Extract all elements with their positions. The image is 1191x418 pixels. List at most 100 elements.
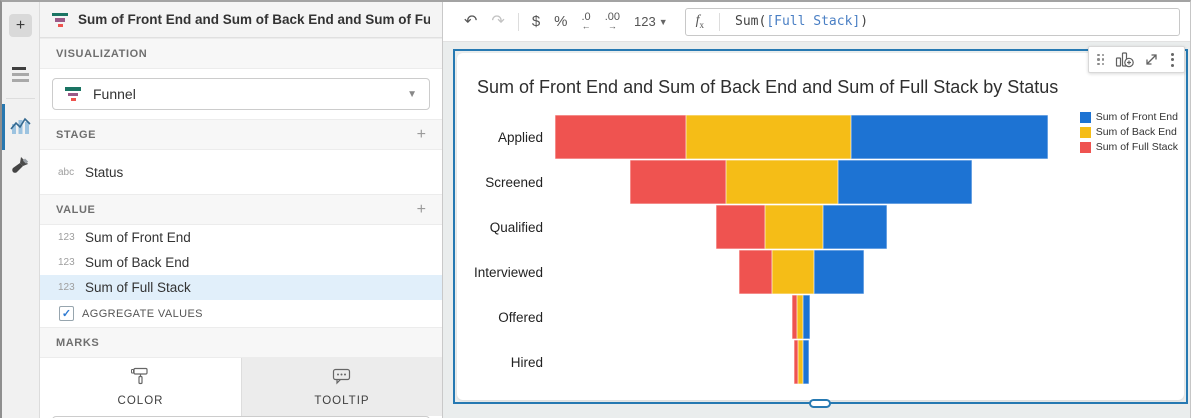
legend-swatch bbox=[1079, 141, 1091, 153]
funnel-segment[interactable] bbox=[726, 160, 838, 204]
value-field-name: Sum of Back End bbox=[85, 255, 190, 270]
section-value: VALUE + bbox=[40, 194, 442, 225]
formula-fn: Sum( bbox=[735, 14, 767, 29]
section-visualization: VISUALIZATION bbox=[40, 38, 442, 69]
funnel-row: Hired bbox=[457, 340, 1184, 385]
category-label: Offered bbox=[498, 309, 543, 325]
funnel-segment[interactable] bbox=[802, 340, 809, 384]
marks-label: MARKS bbox=[56, 336, 100, 349]
redo-icon[interactable]: ↷ bbox=[484, 13, 511, 30]
widget-toolbar bbox=[1088, 46, 1185, 73]
funnel-chart-icon bbox=[52, 12, 68, 27]
funnel-bar bbox=[792, 295, 810, 339]
value-field-row-selected[interactable]: 123 Sum of Full Stack bbox=[40, 275, 442, 300]
add-icon[interactable]: + bbox=[9, 14, 32, 37]
tooltip-icon bbox=[332, 368, 352, 390]
aggregate-values-checkbox[interactable]: ✓ bbox=[59, 306, 74, 321]
value-field-row[interactable]: 123 Sum of Back End bbox=[40, 250, 442, 275]
aggregate-values-label: AGGREGATE VALUES bbox=[82, 307, 203, 320]
rail-divider bbox=[6, 98, 35, 99]
percent-format-button[interactable]: % bbox=[547, 14, 574, 29]
undo-icon[interactable]: ↶ bbox=[457, 13, 484, 30]
active-tab-indicator bbox=[2, 104, 5, 150]
field-type-text-icon: abc bbox=[58, 166, 75, 178]
legend-label: Sum of Full Stack bbox=[1095, 141, 1178, 153]
funnel-row: Qualified bbox=[457, 205, 1184, 250]
left-arrow-icon: ← bbox=[581, 21, 591, 31]
funnel-segment[interactable] bbox=[554, 115, 686, 159]
add-value-button[interactable]: + bbox=[417, 201, 426, 218]
more-options-icon[interactable] bbox=[1169, 52, 1176, 67]
list-menu-icon[interactable] bbox=[12, 67, 30, 85]
formula-field: [Full Stack] bbox=[766, 14, 861, 29]
legend-item[interactable]: Sum of Back End bbox=[1079, 126, 1178, 138]
funnel-segment[interactable] bbox=[630, 160, 726, 204]
tab-color[interactable]: COLOR bbox=[40, 358, 241, 416]
legend-item[interactable]: Sum of Front End bbox=[1079, 111, 1178, 123]
formula-bar[interactable]: fx Sum([Full Stack]) bbox=[684, 7, 1180, 36]
decrease-decimal-button[interactable]: .0 ← bbox=[575, 12, 598, 31]
aggregate-values-row: ✓ AGGREGATE VALUES bbox=[40, 300, 442, 327]
chart-title: Sum of Front End and Sum of Back End and… bbox=[477, 77, 1059, 97]
chevron-down-icon: ▼ bbox=[658, 16, 668, 27]
tab-tooltip[interactable]: TOOLTIP bbox=[241, 358, 442, 416]
chart-type-value: Funnel bbox=[93, 86, 136, 102]
funnel-segment[interactable] bbox=[764, 205, 823, 249]
funnel-segment[interactable] bbox=[771, 250, 814, 294]
funnel-segment[interactable] bbox=[838, 160, 972, 204]
drag-handle-icon[interactable] bbox=[1097, 53, 1105, 66]
increase-decimal-button[interactable]: .00 → bbox=[598, 12, 627, 31]
resize-handle[interactable] bbox=[809, 399, 831, 408]
chart-type-select[interactable]: Funnel ▼ bbox=[52, 78, 430, 110]
stage-field-row[interactable]: abc Status bbox=[40, 150, 442, 194]
legend-item[interactable]: Sum of Full Stack bbox=[1079, 141, 1178, 153]
category-label: Qualified bbox=[489, 219, 543, 235]
fx-icon: fx bbox=[695, 13, 704, 30]
charts-panel-icon[interactable] bbox=[10, 115, 31, 141]
paint-roller-icon bbox=[130, 367, 152, 390]
formula-close: ) bbox=[860, 14, 869, 29]
value-field-row[interactable]: 123 Sum of Front End bbox=[40, 225, 442, 250]
funnel-row: Screened bbox=[457, 160, 1184, 205]
funnel-segment[interactable] bbox=[803, 295, 810, 339]
legend: Sum of Front End Sum of Back End Sum of Fu… bbox=[1079, 111, 1178, 153]
settings-sidebar: Sum of Front End and Sum of Back End and… bbox=[40, 2, 443, 418]
add-chart-icon[interactable] bbox=[1115, 51, 1134, 68]
chart-widget[interactable]: Sum of Front End and Sum of Back End and… bbox=[457, 53, 1184, 400]
value-field-name: Sum of Full Stack bbox=[85, 280, 191, 295]
funnel-row: Applied bbox=[457, 115, 1184, 160]
left-rail: + bbox=[2, 2, 40, 418]
value-label: VALUE bbox=[56, 203, 96, 216]
report-title: Sum of Front End and Sum of Back End and… bbox=[78, 12, 430, 27]
number-format-dropdown[interactable]: 123 ▼ bbox=[627, 14, 675, 29]
number-format-label: 123 bbox=[633, 14, 656, 29]
visualization-body: Funnel ▼ bbox=[40, 69, 442, 119]
formula-text[interactable]: Sum([Full Stack]) bbox=[735, 14, 868, 29]
right-arrow-icon: → bbox=[607, 21, 617, 31]
funnel-segment[interactable] bbox=[685, 115, 851, 159]
funnel-bar bbox=[554, 115, 1048, 159]
funnel-chart-icon bbox=[65, 87, 81, 101]
stage-label: STAGE bbox=[56, 128, 97, 141]
funnel-segment[interactable] bbox=[738, 250, 772, 294]
category-label: Hired bbox=[510, 354, 543, 370]
expand-icon[interactable] bbox=[1144, 52, 1159, 67]
add-stage-button[interactable]: + bbox=[417, 126, 426, 143]
report-header: Sum of Front End and Sum of Back End and… bbox=[40, 2, 442, 38]
section-marks: MARKS bbox=[40, 327, 442, 358]
funnel-segment[interactable] bbox=[822, 205, 887, 249]
legend-label: Sum of Front End bbox=[1095, 111, 1178, 123]
currency-format-button[interactable]: $ bbox=[525, 14, 547, 29]
funnel-row: Offered bbox=[457, 295, 1184, 340]
marks-tabs: COLOR TOOLTIP bbox=[40, 358, 442, 416]
section-stage: STAGE + bbox=[40, 119, 442, 150]
funnel-segment[interactable] bbox=[715, 205, 765, 249]
funnel-bar bbox=[715, 205, 887, 249]
funnel-segment[interactable] bbox=[850, 115, 1048, 159]
category-label: Applied bbox=[497, 129, 543, 145]
category-label: Screened bbox=[485, 174, 543, 190]
app-window: + Sum of Front End and Sum of Back End a… bbox=[0, 0, 1191, 418]
format-brush-icon[interactable] bbox=[11, 155, 31, 182]
funnel-segment[interactable] bbox=[813, 250, 864, 294]
legend-swatch bbox=[1079, 111, 1091, 123]
